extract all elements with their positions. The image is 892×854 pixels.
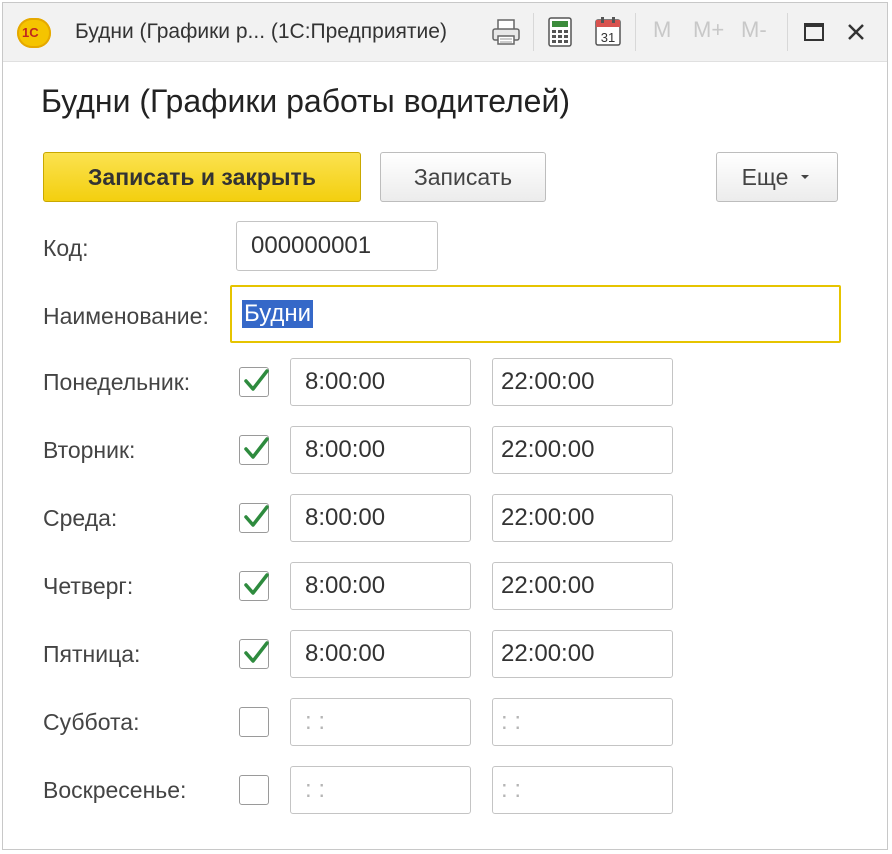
start-time-field[interactable]: 8:00:00 <box>290 358 471 406</box>
calendar-day: 31 <box>601 30 615 45</box>
checkmark-icon <box>244 573 269 595</box>
start-time-field[interactable]: 8:00:00 <box>290 562 471 610</box>
start-time-field[interactable]: 8:00:00 <box>290 630 471 678</box>
end-time-field[interactable]: : : <box>492 698 673 746</box>
app-logo-icon[interactable]: 1С <box>17 18 51 48</box>
day-label: Воскресенье: <box>43 777 187 803</box>
end-time-field[interactable]: 22:00:00 <box>492 562 673 610</box>
calculator-icon[interactable] <box>543 15 577 49</box>
day-checkbox[interactable] <box>239 503 269 533</box>
day-checkbox[interactable] <box>239 571 269 601</box>
logo-text: 1С <box>22 25 39 40</box>
day-checkbox[interactable] <box>239 367 269 397</box>
separator <box>533 13 534 51</box>
checkmark-icon <box>244 369 269 391</box>
day-label: Среда: <box>43 505 118 531</box>
chevron-down-icon <box>801 175 810 179</box>
close-icon[interactable] <box>839 15 873 49</box>
maximize-icon[interactable] <box>797 15 831 49</box>
code-value: 000000001 <box>251 232 372 259</box>
code-label: Код: <box>43 235 89 261</box>
checkmark-icon <box>244 505 269 527</box>
code-field[interactable]: 000000001 <box>236 221 438 271</box>
m-button[interactable]: M <box>653 17 671 43</box>
day-label: Вторник: <box>43 437 136 463</box>
day-label: Суббота: <box>43 709 140 735</box>
page-title: Будни (Графики работы водителей) <box>41 83 570 119</box>
end-time-field[interactable]: 22:00:00 <box>492 358 673 406</box>
end-time-field[interactable]: 22:00:00 <box>492 630 673 678</box>
start-time-field[interactable]: : : <box>290 766 471 814</box>
name-value: Будни <box>242 300 314 328</box>
start-time-field[interactable]: 8:00:00 <box>290 494 471 542</box>
start-time-field[interactable]: : : <box>290 698 471 746</box>
title-bar: 1С Будни (Графики р... (1С:Предприятие) <box>3 3 887 62</box>
name-label: Наименование: <box>43 303 209 329</box>
day-checkbox[interactable] <box>239 775 269 805</box>
day-label: Четверг: <box>43 573 134 599</box>
day-checkbox[interactable] <box>239 639 269 669</box>
day-label: Пятница: <box>43 641 141 667</box>
day-checkbox[interactable] <box>239 435 269 465</box>
more-button-label: Еще <box>741 163 789 190</box>
separator <box>635 13 636 51</box>
checkmark-icon <box>244 437 269 459</box>
form-window: 1С Будни (Графики р... (1С:Предприятие) <box>2 2 888 850</box>
end-time-field[interactable]: 22:00:00 <box>492 426 673 474</box>
end-time-field[interactable]: : : <box>492 766 673 814</box>
checkmark-icon <box>244 641 269 663</box>
day-label: Понедельник: <box>43 369 191 395</box>
calendar-icon[interactable]: 31 <box>591 15 625 49</box>
window-title: Будни (Графики р... (1С:Предприятие) <box>75 20 447 43</box>
name-field[interactable]: Будни <box>230 285 841 343</box>
start-time-field[interactable]: 8:00:00 <box>290 426 471 474</box>
print-icon[interactable] <box>489 15 523 49</box>
separator <box>787 13 788 51</box>
end-time-field[interactable]: 22:00:00 <box>492 494 673 542</box>
save-and-close-button[interactable]: Записать и закрыть <box>43 152 361 202</box>
m-plus-button[interactable]: M+ <box>693 17 724 43</box>
m-minus-button[interactable]: M- <box>741 17 767 43</box>
more-button[interactable]: Еще <box>716 152 838 202</box>
day-checkbox[interactable] <box>239 707 269 737</box>
save-button[interactable]: Записать <box>380 152 546 202</box>
